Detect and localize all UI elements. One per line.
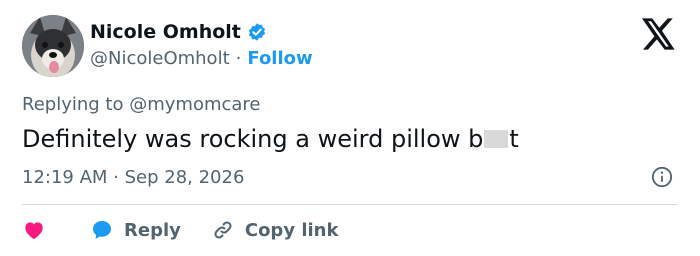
tweet-text-start: Definitely was rocking a weird pillow b	[22, 125, 484, 153]
censor-block	[484, 130, 509, 148]
follow-button[interactable]: Follow	[247, 47, 312, 71]
reply-button[interactable]: Reply	[90, 218, 181, 242]
verified-badge-icon	[248, 23, 265, 41]
dog-avatar-image	[22, 15, 84, 77]
tweet-embed-card: Nicole Omholt @NicoleOmholt · Follow Rep…	[0, 0, 700, 256]
separator-dot: ·	[235, 48, 242, 69]
heart-icon	[25, 222, 43, 240]
reply-context: Replying to @mymomcare	[22, 93, 261, 117]
x-logo-icon[interactable]	[642, 18, 676, 50]
divider	[22, 204, 678, 205]
reply-context-prefix: Replying to	[22, 94, 124, 115]
speech-bubble-icon	[93, 221, 111, 239]
tweet-text: Definitely was rocking a weird pillow b t	[22, 123, 519, 155]
action-bar: Reply Copy link	[22, 216, 338, 244]
copy-link-label: Copy link	[244, 219, 339, 241]
like-button[interactable]	[22, 218, 46, 242]
tweet-timestamp[interactable]: 12:19 AM · Sep 28, 2026	[22, 166, 244, 190]
link-icon	[214, 221, 232, 239]
tweet-text-end: t	[509, 125, 519, 153]
reply-mention-link[interactable]: @mymomcare	[129, 94, 260, 115]
avatar[interactable]	[22, 15, 84, 77]
info-icon[interactable]	[651, 166, 673, 188]
author-handle[interactable]: @NicoleOmholt	[90, 47, 230, 71]
author-display-name[interactable]: Nicole Omholt	[90, 20, 241, 44]
author-handle-row: @NicoleOmholt · Follow	[90, 47, 313, 71]
reply-label: Reply	[124, 219, 181, 241]
author-name-row: Nicole Omholt	[90, 20, 267, 44]
copy-link-button[interactable]: Copy link	[211, 218, 339, 242]
